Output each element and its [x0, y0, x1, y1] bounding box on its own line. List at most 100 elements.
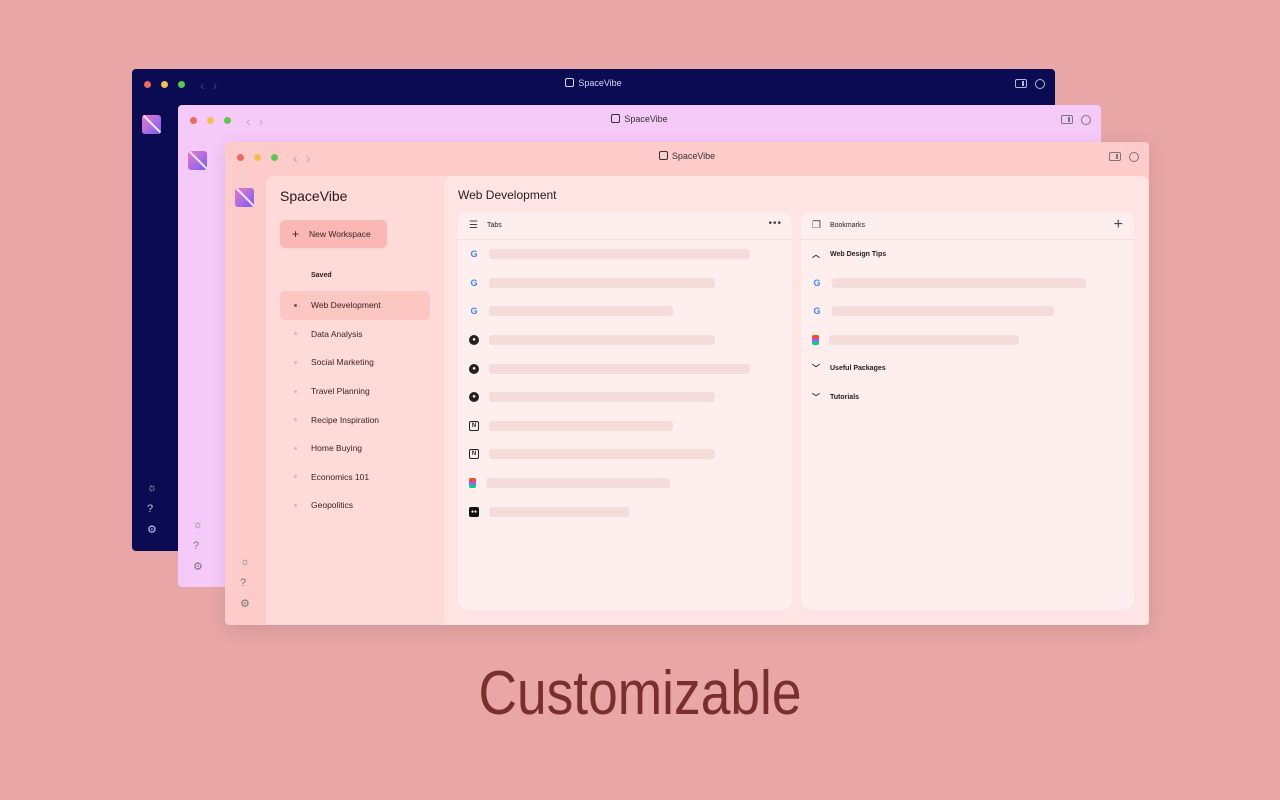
- workspace-item[interactable]: Home Buying: [280, 434, 430, 463]
- titlebar-right-icons: [1061, 115, 1091, 125]
- puzzle-icon: [611, 114, 621, 123]
- tab-item[interactable]: G: [458, 240, 792, 269]
- help-icon[interactable]: ?: [240, 578, 246, 589]
- account-icon[interactable]: [1129, 152, 1139, 162]
- tab-item[interactable]: G: [458, 297, 792, 326]
- new-workspace-button[interactable]: + New Workspace: [280, 220, 387, 248]
- help-icon[interactable]: ?: [147, 504, 153, 515]
- workspace-item-label: Web Development: [311, 300, 381, 311]
- titlebar-right-icons: [1015, 79, 1045, 89]
- icon-rail: ☼ ? ⚙: [132, 101, 172, 551]
- bookmark-folder[interactable]: ︿ Web Design Tips: [801, 240, 1134, 269]
- bookmarks-panel: ❐ Bookmarks + ︿ Web Design Tips G G ﹀ Useful …: [801, 212, 1134, 610]
- plus-icon: +: [292, 227, 300, 241]
- page-title: Web Development: [458, 188, 557, 202]
- sidebar-toggle-icon[interactable]: [1061, 115, 1073, 124]
- bookmarks-header: ❐ Bookmarks +: [801, 212, 1134, 240]
- puzzle-icon: [658, 151, 668, 160]
- bookmark-folder[interactable]: ﹀ Useful Packages: [801, 354, 1134, 383]
- more-options-icon[interactable]: •••: [768, 219, 782, 229]
- notion-icon: N: [469, 449, 479, 460]
- workspace-item[interactable]: Social Marketing: [280, 348, 430, 377]
- workspace-item[interactable]: Economics 101: [280, 463, 430, 492]
- tab-item[interactable]: ●●: [458, 497, 792, 526]
- add-bookmark-icon[interactable]: +: [1114, 217, 1123, 233]
- placeholder-bar: [832, 306, 1054, 317]
- account-icon[interactable]: [1035, 79, 1045, 89]
- main-panel: SpaceVibe + New Workspace Saved Web Deve…: [266, 176, 1149, 625]
- settings-gear-icon[interactable]: ⚙: [147, 525, 157, 536]
- new-workspace-label: New Workspace: [309, 229, 371, 239]
- spacevibe-logo-icon: [142, 115, 161, 134]
- tabs-header: ☰ Tabs •••: [458, 212, 792, 240]
- github-icon: ●: [469, 392, 479, 403]
- bookmark-item[interactable]: G: [801, 297, 1134, 326]
- workspace-item[interactable]: Data Analysis: [280, 320, 430, 349]
- medium-icon: ●●: [469, 506, 479, 517]
- tab-item[interactable]: G: [458, 269, 792, 298]
- theme-sun-icon[interactable]: ☼: [240, 557, 250, 568]
- account-icon[interactable]: [1081, 115, 1091, 125]
- workspace-item[interactable]: Web Development: [280, 291, 430, 320]
- placeholder-bar: [489, 506, 629, 517]
- titlebar-right-icons: [1109, 152, 1139, 162]
- settings-gear-icon[interactable]: ⚙: [240, 599, 250, 610]
- tab-item[interactable]: ●: [458, 354, 792, 383]
- tabs-list: G G G ● ● ● N N ●●: [458, 240, 792, 526]
- placeholder-bar: [489, 277, 715, 288]
- bullet-dot-icon: [294, 503, 297, 507]
- bookmark-folder-label: Tutorials: [830, 393, 860, 401]
- tagline: Customizable: [478, 659, 802, 728]
- tab-item[interactable]: N: [458, 412, 792, 441]
- list-icon: ☰: [469, 220, 478, 231]
- settings-gear-icon[interactable]: ⚙: [193, 562, 203, 573]
- workspace-item[interactable]: Geopolitics: [280, 491, 430, 520]
- chevron-up-icon: ︿: [812, 249, 820, 259]
- tab-item[interactable]: ●: [458, 326, 792, 355]
- icon-rail: ☼ ? ⚙: [178, 137, 218, 587]
- placeholder-bar: [489, 335, 715, 346]
- placeholder-bar: [486, 478, 670, 489]
- bullet-dot-icon: [294, 446, 297, 450]
- bullet-dot-icon: [294, 418, 297, 422]
- google-icon: G: [470, 277, 478, 288]
- tabs-panel: ☰ Tabs ••• G G G ● ● ● N N ●●: [458, 212, 792, 610]
- bullet-dot-icon: [294, 360, 297, 364]
- bookmarks-copy-icon: ❐: [812, 220, 821, 231]
- bullet-dot-icon: [294, 475, 297, 479]
- bullet-dot-icon: [294, 389, 297, 393]
- workspace-item-label: Travel Planning: [311, 386, 370, 397]
- placeholder-bar: [489, 249, 750, 260]
- spacevibe-logo-icon: [188, 151, 207, 170]
- placeholder-bar: [489, 392, 715, 403]
- bullet-dot-icon: [294, 332, 297, 336]
- theme-sun-icon[interactable]: ☼: [147, 483, 157, 494]
- bookmark-folder[interactable]: ﹀ Tutorials: [801, 383, 1134, 412]
- bookmark-folder-label: Web Design Tips: [830, 250, 887, 258]
- bookmark-folder-label: Useful Packages: [830, 365, 886, 373]
- workspace-item-label: Recipe Inspiration: [311, 414, 380, 425]
- figma-icon: [469, 478, 476, 489]
- placeholder-bar: [489, 449, 715, 460]
- workspace-item-label: Geopolitics: [311, 500, 354, 511]
- tab-item[interactable]: [458, 469, 792, 498]
- bullet-dot-icon: [294, 303, 297, 307]
- google-icon: G: [470, 306, 478, 317]
- sidebar-toggle-icon[interactable]: [1109, 152, 1121, 161]
- tab-item[interactable]: N: [458, 440, 792, 469]
- help-icon[interactable]: ?: [193, 541, 199, 552]
- tab-item[interactable]: ●: [458, 383, 792, 412]
- bookmark-item[interactable]: [801, 326, 1134, 355]
- github-icon: ●: [469, 363, 479, 374]
- front-window: ‹ › SpaceVibe ☼ ? ⚙ SpaceVibe + New Works…: [225, 142, 1149, 625]
- workspace-list: Web Development Data Analysis Social Marke…: [280, 291, 430, 520]
- sidebar-toggle-icon[interactable]: [1015, 79, 1027, 88]
- theme-sun-icon[interactable]: ☼: [193, 520, 203, 531]
- bookmark-item[interactable]: G: [801, 269, 1134, 298]
- chevron-down-icon: ﹀: [812, 364, 820, 374]
- workspace-item[interactable]: Travel Planning: [280, 377, 430, 406]
- bookmarks-list: ︿ Web Design Tips G G ﹀ Useful Packages ﹀ Tutor…: [801, 240, 1134, 412]
- titlebar: ‹ › SpaceVibe: [132, 69, 1055, 101]
- spacevibe-logo-icon: [235, 188, 254, 207]
- workspace-item[interactable]: Recipe Inspiration: [280, 405, 430, 434]
